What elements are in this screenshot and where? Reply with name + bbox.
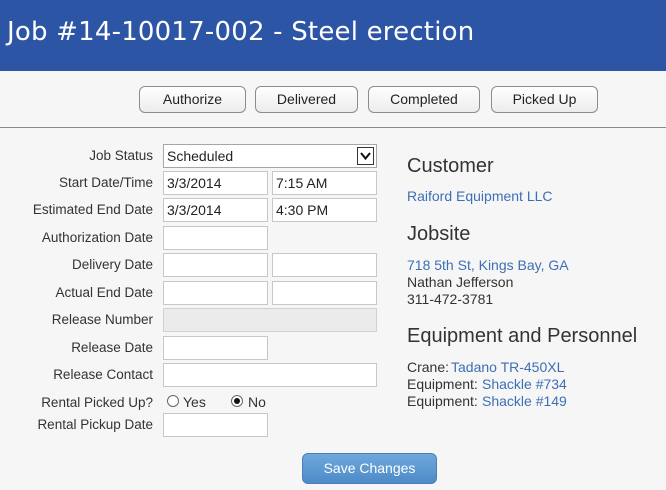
authorization-date-label: Authorization Date (41, 230, 153, 245)
rental-picked-up-no-radio[interactable] (231, 395, 243, 407)
rental-picked-up-no-label[interactable]: No (248, 394, 266, 410)
jobsite-phone: 311-472-3781 (407, 291, 494, 307)
release-number-label: Release Number (51, 312, 153, 327)
jobsite-address-link[interactable]: 718 5th St, Kings Bay, GA (407, 257, 569, 273)
save-changes-button[interactable]: Save Changes (302, 453, 437, 484)
chevron-down-icon[interactable] (357, 147, 374, 165)
equipment-item-type: Crane: (407, 359, 450, 375)
release-date-label: Release Date (71, 340, 153, 355)
start-datetime-label: Start Date/Time (58, 175, 153, 190)
delivery-date-label: Delivery Date (71, 257, 153, 272)
release-contact-input[interactable] (163, 363, 377, 387)
picked-up-button[interactable]: Picked Up (491, 86, 598, 113)
actual-end-time-input[interactable] (272, 281, 377, 305)
equipment-item-link[interactable]: Shackle #149 (482, 393, 567, 409)
page-header: Job #14-10017-002 - Steel erection (0, 0, 666, 71)
estimated-end-date-input[interactable]: 3/3/2014 (163, 198, 268, 222)
actual-end-date-input[interactable] (163, 281, 268, 305)
equipment-item-type: Equipment: (407, 393, 478, 409)
equipment-item-link[interactable]: Tadano TR-450XL (451, 359, 564, 375)
estimated-end-time-input[interactable]: 4:30 PM (272, 198, 377, 222)
release-date-input[interactable] (163, 336, 268, 360)
equipment-item-link[interactable]: Shackle #734 (482, 376, 567, 392)
job-status-value: Scheduled (167, 148, 234, 164)
rental-picked-up-label: Rental Picked Up? (41, 395, 153, 410)
jobsite-contact: Nathan Jefferson (407, 274, 514, 290)
start-date-input[interactable]: 3/3/2014 (163, 171, 268, 195)
start-time-input[interactable]: 7:15 AM (272, 171, 377, 195)
estimated-end-label: Estimated End Date (32, 202, 153, 217)
status-toolbar: Authorize Delivered Completed Picked Up (0, 71, 666, 128)
job-status-label: Job Status (89, 148, 153, 163)
release-contact-label: Release Contact (53, 367, 153, 382)
release-number-input (163, 308, 377, 332)
rental-pickup-date-label: Rental Pickup Date (37, 417, 153, 432)
actual-end-date-label: Actual End Date (55, 285, 153, 300)
customer-heading: Customer (407, 155, 494, 177)
page-title: Job #14-10017-002 - Steel erection (7, 17, 475, 47)
jobsite-heading: Jobsite (407, 223, 471, 245)
customer-name-link[interactable]: Raiford Equipment LLC (407, 188, 553, 204)
delivered-button[interactable]: Delivered (255, 86, 358, 113)
delivery-time-input[interactable] (272, 253, 377, 277)
job-status-select[interactable]: Scheduled (163, 144, 377, 168)
authorize-button[interactable]: Authorize (139, 86, 246, 113)
authorization-date-input[interactable] (163, 226, 268, 250)
equipment-item-type: Equipment: (407, 376, 478, 392)
delivery-date-input[interactable] (163, 253, 268, 277)
rental-pickup-date-input[interactable] (163, 413, 268, 437)
rental-picked-up-yes-label[interactable]: Yes (183, 394, 206, 410)
equipment-heading: Equipment and Personnel (407, 325, 638, 347)
rental-picked-up-yes-radio[interactable] (167, 395, 179, 407)
completed-button[interactable]: Completed (368, 86, 480, 113)
